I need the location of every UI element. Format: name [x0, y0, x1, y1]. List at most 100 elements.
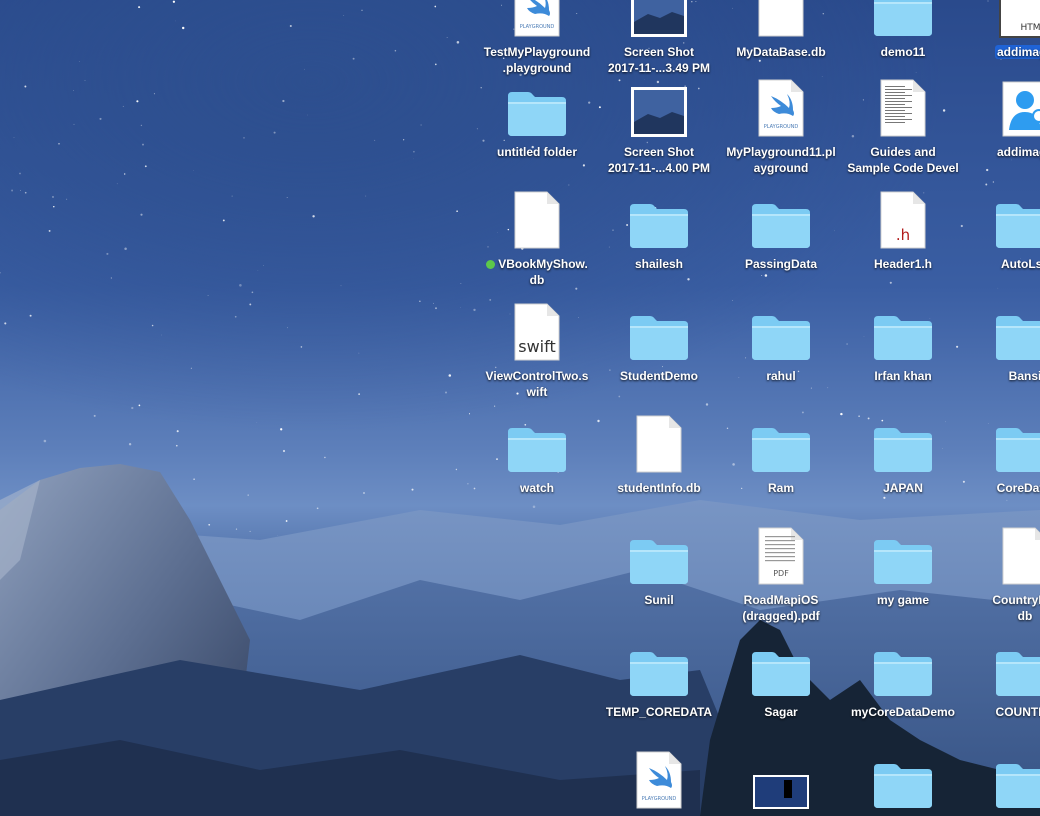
- desktop-icon[interactable]: JAPAN: [842, 412, 964, 496]
- desktop-icon[interactable]: PassingData: [720, 188, 842, 272]
- svg-text:PDF: PDF: [773, 569, 789, 578]
- screenshot-icon: [598, 76, 720, 138]
- desktop-icon[interactable]: myCoreDataDemo: [842, 636, 964, 720]
- svg-text:.h: .h: [896, 226, 910, 244]
- icon-label-text: addimage: [994, 45, 1040, 59]
- folder-icon: [720, 300, 842, 362]
- green-tag-dot: [486, 260, 496, 270]
- header-file-icon: .h: [842, 188, 964, 250]
- desktop-icon[interactable]: TEMP_COREDATA: [598, 636, 720, 720]
- desktop-icon[interactable]: [964, 748, 1040, 810]
- desktop-icon[interactable]: MyDataBase.db: [720, 0, 842, 60]
- screenshot-icon: [598, 0, 720, 38]
- desktop-icon[interactable]: Sagar: [720, 636, 842, 720]
- desktop-icon-label: Ram: [720, 480, 842, 496]
- icon-label-text: Screen Shot 2017-11-...4.00 PM: [607, 145, 711, 175]
- desktop-icon[interactable]: watch: [476, 412, 598, 496]
- swift-playground-icon: PLAYGROUND: [598, 748, 720, 810]
- desktop-icon[interactable]: HTML addimage: [964, 0, 1040, 60]
- contact-image-icon: [964, 76, 1040, 138]
- desktop-icon-label: Irfan khan: [842, 368, 964, 384]
- desktop-icon-label: CoreDatal: [964, 480, 1040, 496]
- screenshot-icon: [720, 748, 842, 810]
- icon-label-text: Sunil: [644, 593, 674, 607]
- icon-label-text: StudentDemo: [620, 369, 698, 383]
- document-icon: [842, 76, 964, 138]
- folder-icon: [842, 524, 964, 586]
- desktop-icon[interactable]: Sunil: [598, 524, 720, 608]
- desktop-icon-label: Sagar: [720, 704, 842, 720]
- desktop-icon[interactable]: rahul: [720, 300, 842, 384]
- icon-label-text: Header1.h: [873, 257, 933, 271]
- folder-icon: [476, 412, 598, 474]
- desktop-icon-label: rahul: [720, 368, 842, 384]
- icon-label-text: TEMP_COREDATA: [605, 705, 713, 719]
- folder-icon: [720, 412, 842, 474]
- file-icon: [598, 412, 720, 474]
- file-icon: [720, 0, 842, 38]
- desktop-icon[interactable]: Guides and Sample Code Devel: [842, 76, 964, 176]
- desktop-icon[interactable]: [842, 748, 964, 810]
- desktop-icon[interactable]: untitled folder: [476, 76, 598, 160]
- desktop-icon[interactable]: [720, 748, 842, 810]
- desktop-icon-label: my game: [842, 592, 964, 608]
- folder-icon: [964, 188, 1040, 250]
- icon-label-text: Irfan khan: [874, 369, 932, 383]
- svg-text:swift: swift: [518, 337, 556, 356]
- desktop-icon-label: COUNTRY: [964, 704, 1040, 720]
- desktop-icon[interactable]: PLAYGROUND TestMyPlayground .playground: [476, 0, 598, 76]
- desktop-icon[interactable]: Irfan khan: [842, 300, 964, 384]
- icon-label-text: untitled folder: [497, 145, 577, 159]
- desktop-icon[interactable]: shailesh: [598, 188, 720, 272]
- swift-playground-icon: PLAYGROUND: [720, 76, 842, 138]
- desktop-icon[interactable]: PLAYGROUND: [598, 748, 720, 810]
- desktop-icon-label: StudentDemo: [598, 368, 720, 384]
- desktop-icon[interactable]: PLAYGROUND MyPlayground11.pl ayground: [720, 76, 842, 176]
- svg-text:PLAYGROUND: PLAYGROUND: [764, 124, 799, 130]
- folder-icon: [842, 412, 964, 474]
- icon-label-text: Guides and Sample Code Devel: [847, 145, 959, 175]
- icon-label-text: shailesh: [634, 257, 684, 271]
- desktop-icon-label: Screen Shot 2017-11-...3.49 PM: [598, 44, 720, 76]
- desktop-icon[interactable]: VBookMyShow. db: [476, 188, 598, 288]
- desktop-icon-label: TestMyPlayground .playground: [476, 44, 598, 76]
- desktop-icon[interactable]: COUNTRY: [964, 636, 1040, 720]
- desktop-icon-label: CountryDat db: [964, 592, 1040, 624]
- desktop-icon[interactable]: my game: [842, 524, 964, 608]
- desktop-icon-label: TEMP_COREDATA: [598, 704, 720, 720]
- desktop-icon-label: shailesh: [598, 256, 720, 272]
- desktop-icon[interactable]: .h Header1.h: [842, 188, 964, 272]
- icon-label-text: ViewControlTwo.s wift: [485, 369, 589, 399]
- desktop-icon[interactable]: AutoLsy: [964, 188, 1040, 272]
- svg-text:PLAYGROUND: PLAYGROUND: [642, 796, 677, 802]
- desktop-icon[interactable]: addimage: [964, 76, 1040, 160]
- desktop-icon[interactable]: swift ViewControlTwo.s wift: [476, 300, 598, 400]
- folder-icon: [842, 0, 964, 38]
- icon-label-text: MyDataBase.db: [736, 45, 826, 59]
- desktop-icon-label: untitled folder: [476, 144, 598, 160]
- icon-label-text: MyPlayground11.pl ayground: [726, 145, 836, 175]
- desktop-icon-label: addimage: [964, 44, 1040, 60]
- icon-label-text: CoreDatal: [996, 481, 1040, 495]
- desktop-icon[interactable]: Ram: [720, 412, 842, 496]
- desktop-icon-label: VBookMyShow. db: [476, 256, 598, 288]
- desktop-icon-label: Guides and Sample Code Devel: [842, 144, 964, 176]
- desktop-icon-label: AutoLsy: [964, 256, 1040, 272]
- desktop-icon[interactable]: Screen Shot 2017-11-...3.49 PM: [598, 0, 720, 76]
- desktop-icon[interactable]: studentInfo.db: [598, 412, 720, 496]
- desktop-icon[interactable]: Screen Shot 2017-11-...4.00 PM: [598, 76, 720, 176]
- icon-label-text: addimage: [996, 145, 1040, 159]
- desktop-icon[interactable]: PDF RoadMapiOS (dragged).pdf: [720, 524, 842, 624]
- desktop-icon[interactable]: StudentDemo: [598, 300, 720, 384]
- desktop-icon[interactable]: CountryDat db: [964, 524, 1040, 624]
- desktop-icon-label: MyDataBase.db: [720, 44, 842, 60]
- desktop-icon-label: JAPAN: [842, 480, 964, 496]
- folder-icon: [842, 636, 964, 698]
- desktop-icon-label: PassingData: [720, 256, 842, 272]
- desktop-icon[interactable]: CoreDatal: [964, 412, 1040, 496]
- icon-label-text: Screen Shot 2017-11-...3.49 PM: [607, 45, 711, 75]
- desktop-icon[interactable]: demo11: [842, 0, 964, 60]
- icon-label-text: Ram: [767, 481, 794, 495]
- desktop-icon-label: RoadMapiOS (dragged).pdf: [720, 592, 842, 624]
- desktop-icon[interactable]: Bansi: [964, 300, 1040, 384]
